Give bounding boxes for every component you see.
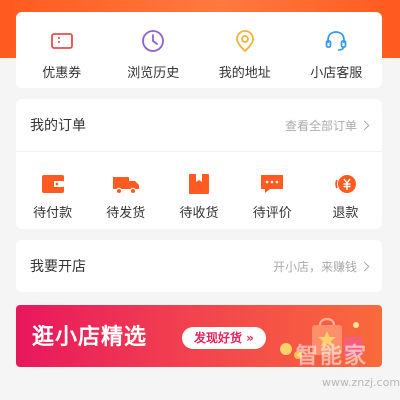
refund-icon [335,175,357,193]
service-history[interactable]: 浏览历史 [108,12,200,88]
orders-title: 我的订单 [30,118,86,134]
order-pending-receipt[interactable]: 待收货 [162,172,235,221]
order-pending-shipment[interactable]: 待发货 [89,172,162,221]
open-shop-link-label: 开小店，来赚钱 [272,259,357,274]
order-pending-review-label: 待评价 [252,206,292,221]
service-support-label: 小店客服 [310,66,363,81]
wallet-icon [41,175,64,193]
order-pending-receipt-label: 待收货 [179,206,219,221]
order-refund[interactable]: 退款 [309,172,382,221]
open-shop-link[interactable]: 开小店，来赚钱 [272,258,370,275]
location-pin-icon [235,30,254,53]
banner-title: 逛小店精选 [32,325,148,350]
service-history-label: 浏览历史 [127,66,180,81]
chevron-right-icon [359,120,370,130]
order-pending-shipment-label: 待发货 [106,206,146,221]
order-pending-payment[interactable]: 待付款 [16,172,89,221]
open-shop-title: 我要开店 [30,259,86,275]
service-coupon-label: 优惠券 [42,66,82,81]
service-address-label: 我的地址 [218,66,271,81]
order-pending-review[interactable]: 待评价 [236,172,309,221]
headset-icon [325,31,347,51]
orders-header: 我的订单 查看全部订单 [16,99,382,152]
orders-card: 我的订单 查看全部订单 待付款 待发货 待收货 待评价 退款 [16,99,382,229]
service-support[interactable]: 小店客服 [291,12,383,88]
chevron-right-icon [359,261,370,271]
box-icon [189,174,209,194]
view-all-orders-link[interactable]: 查看全部订单 [284,117,370,134]
comment-icon [261,175,284,193]
service-address[interactable]: 我的地址 [199,12,291,88]
discover-goods-button[interactable]: 发现好货 » [182,327,266,349]
watermark-text: 智能家 [296,344,369,369]
view-all-orders-label: 查看全部订单 [284,118,357,133]
truck-icon [112,177,139,195]
service-coupon[interactable]: 优惠券 [16,12,108,88]
open-shop-row: 我要开店 开小店，来赚钱 [16,240,382,292]
open-shop-card[interactable]: 我要开店 开小店，来赚钱 [16,240,382,292]
watermark-url: www.znzj.com [322,376,400,389]
order-pending-payment-label: 待付款 [33,206,73,221]
coupon-icon [50,33,73,49]
clock-icon [142,30,165,52]
services-card: 优惠券 浏览历史 我的地址 小店客服 [16,12,382,88]
order-refund-label: 退款 [332,206,359,221]
